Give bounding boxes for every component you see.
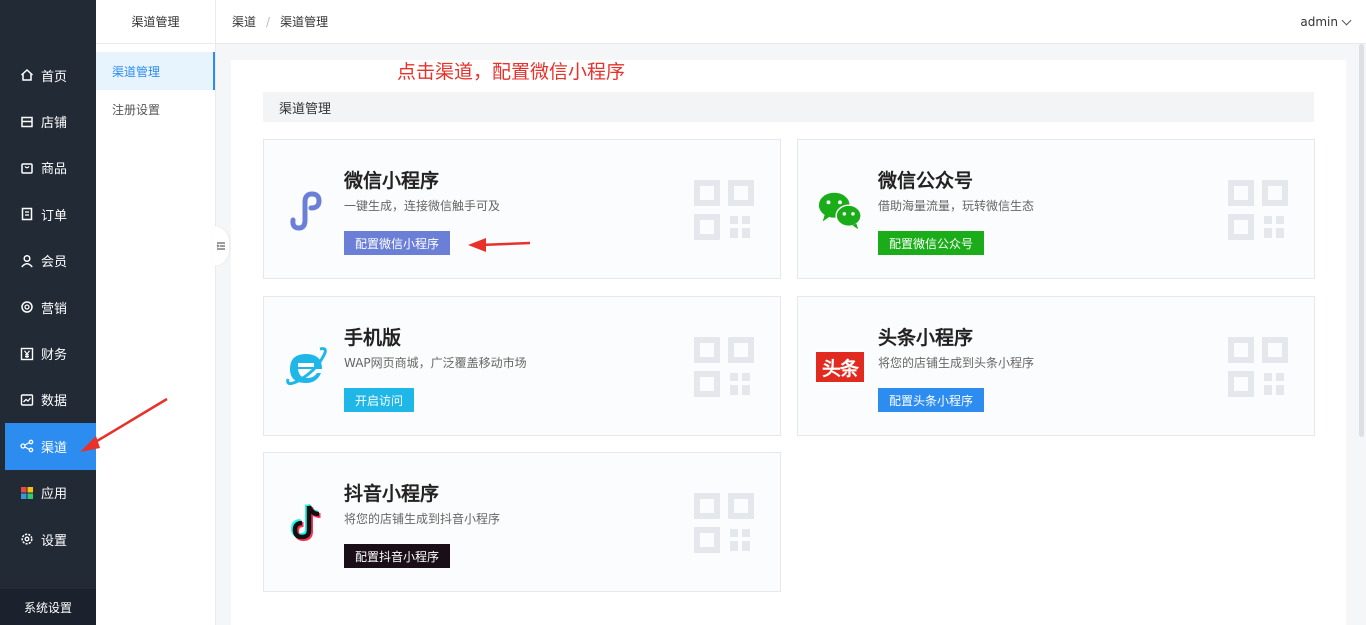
user-icon [20, 254, 34, 268]
card-title: 头条小程序 [878, 327, 974, 349]
sidebar-item-label: 数据 [41, 394, 68, 410]
breadcrumb-separator: / [266, 14, 271, 29]
card-description: 将您的店铺生成到头条小程序 [878, 356, 1035, 370]
sidebar-item-finance[interactable]: 财务 [0, 330, 96, 376]
sidebar-item-label: 营销 [41, 301, 68, 317]
sidebar-item-goods[interactable]: 商品 [0, 145, 96, 191]
main-sidebar: 首页 店铺 商品 订单 会员 营销 财务 数据 渠道 应用 设置 系统设置 [0, 0, 96, 625]
sidebar-item-label: 会员 [41, 255, 68, 271]
share-icon [20, 439, 34, 453]
goods-icon [20, 161, 34, 175]
chevron-down-icon [1341, 15, 1352, 25]
section-title: 渠道管理 [263, 92, 1314, 122]
sidebar-item-label: 应用 [41, 487, 68, 503]
sidebar-item-marketing[interactable]: 营销 [0, 284, 96, 330]
sidebar-item-label: 商品 [41, 162, 68, 178]
sidebar-item-label: 店铺 [41, 116, 68, 132]
gear-icon [20, 532, 34, 546]
marketing-icon [20, 300, 34, 314]
configure-wechat-official-button[interactable]: 配置微信公众号 [878, 231, 985, 255]
card-title: 微信公众号 [878, 170, 974, 192]
subnav-item-channel-management[interactable]: 渠道管理 [96, 52, 215, 90]
configure-wechat-miniprogram-button[interactable]: 配置微信小程序 [344, 231, 451, 255]
sidebar-item-apps[interactable]: 应用 [0, 470, 96, 516]
store-icon [20, 115, 34, 129]
card-description: 借助海量流量，玩转微信生态 [878, 199, 1035, 213]
home-icon [20, 68, 34, 82]
sidebar-item-label: 设置 [41, 533, 68, 549]
sidebar-item-settings[interactable]: 设置 [0, 516, 96, 562]
qrcode-icon [694, 337, 754, 397]
sidebar-item-label: 订单 [41, 208, 68, 224]
sidebar-item-label: 首页 [41, 69, 68, 85]
channel-card-mobile: 手机版 WAP网页商城，广泛覆盖移动市场 开启访问 [263, 296, 781, 436]
card-description: 将您的店铺生成到抖音小程序 [344, 512, 501, 526]
channel-card-wechat-official: 微信公众号 借助海量流量，玩转微信生态 配置微信公众号 [797, 139, 1315, 279]
channel-card-wechat-miniprogram: 微信小程序 一键生成，连接微信触手可及 配置微信小程序 [263, 139, 781, 279]
menu-fold-icon [216, 242, 225, 250]
configure-douyin-button[interactable]: 配置抖音小程序 [344, 544, 451, 568]
top-bar: 渠道 / 渠道管理 admin [216, 0, 1366, 44]
enable-access-button[interactable]: 开启访问 [344, 388, 415, 412]
card-description: 一键生成，连接微信触手可及 [344, 199, 501, 213]
subnav-item-register-settings[interactable]: 注册设置 [96, 90, 215, 128]
channel-card-douyin: 抖音小程序 将您的店铺生成到抖音小程序 配置抖音小程序 [263, 452, 781, 592]
main-nav: 首页 店铺 商品 订单 会员 营销 财务 数据 渠道 应用 设置 [0, 52, 96, 562]
ie-icon [282, 343, 330, 391]
breadcrumb-item[interactable]: 渠道 [232, 13, 256, 30]
toutiao-icon: 头条 [816, 343, 864, 391]
chart-icon [20, 393, 34, 407]
card-title: 手机版 [344, 327, 402, 349]
logo-area [0, 0, 96, 44]
sidebar-item-store[interactable]: 店铺 [0, 98, 96, 144]
card-title: 抖音小程序 [344, 483, 440, 505]
sidebar-item-order[interactable]: 订单 [0, 191, 96, 237]
collapse-toggle[interactable] [213, 226, 229, 266]
sidebar-item-label: 渠道 [41, 440, 68, 456]
yen-icon [20, 347, 34, 361]
annotation-text: 点击渠道，配置微信小程序 [397, 61, 626, 83]
card-description: WAP网页商城，广泛覆盖移动市场 [344, 356, 527, 370]
douyin-icon [282, 499, 330, 547]
wechat-miniprogram-icon [282, 186, 330, 234]
subnav-header: 渠道管理 [96, 0, 215, 44]
sidebar-item-data[interactable]: 数据 [0, 377, 96, 423]
sidebar-item-member[interactable]: 会员 [0, 238, 96, 284]
breadcrumb-item: 渠道管理 [280, 15, 329, 29]
sidebar-item-label: 财务 [41, 348, 68, 364]
wechat-icon [816, 186, 864, 234]
sidebar-item-home[interactable]: 首页 [0, 52, 96, 98]
order-icon [20, 207, 34, 221]
user-menu[interactable]: admin [1300, 0, 1352, 44]
toutiao-logo-text: 头条 [816, 349, 864, 385]
qrcode-icon [1228, 337, 1288, 397]
qrcode-icon [1228, 180, 1288, 240]
system-settings-button[interactable]: 系统设置 [0, 589, 96, 625]
card-title: 微信小程序 [344, 170, 440, 192]
username: admin [1300, 15, 1338, 29]
qrcode-icon [694, 493, 754, 553]
apps-icon [20, 486, 34, 500]
sidebar-item-channel[interactable]: 渠道 [5, 423, 96, 470]
configure-toutiao-button[interactable]: 配置头条小程序 [878, 388, 985, 412]
sub-sidebar: 渠道管理 渠道管理 注册设置 [96, 0, 216, 625]
channel-card-toutiao: 头条 头条小程序 将您的店铺生成到头条小程序 配置头条小程序 [797, 296, 1315, 436]
scrollbar-thumb[interactable] [1359, 44, 1364, 437]
qrcode-icon [694, 180, 754, 240]
